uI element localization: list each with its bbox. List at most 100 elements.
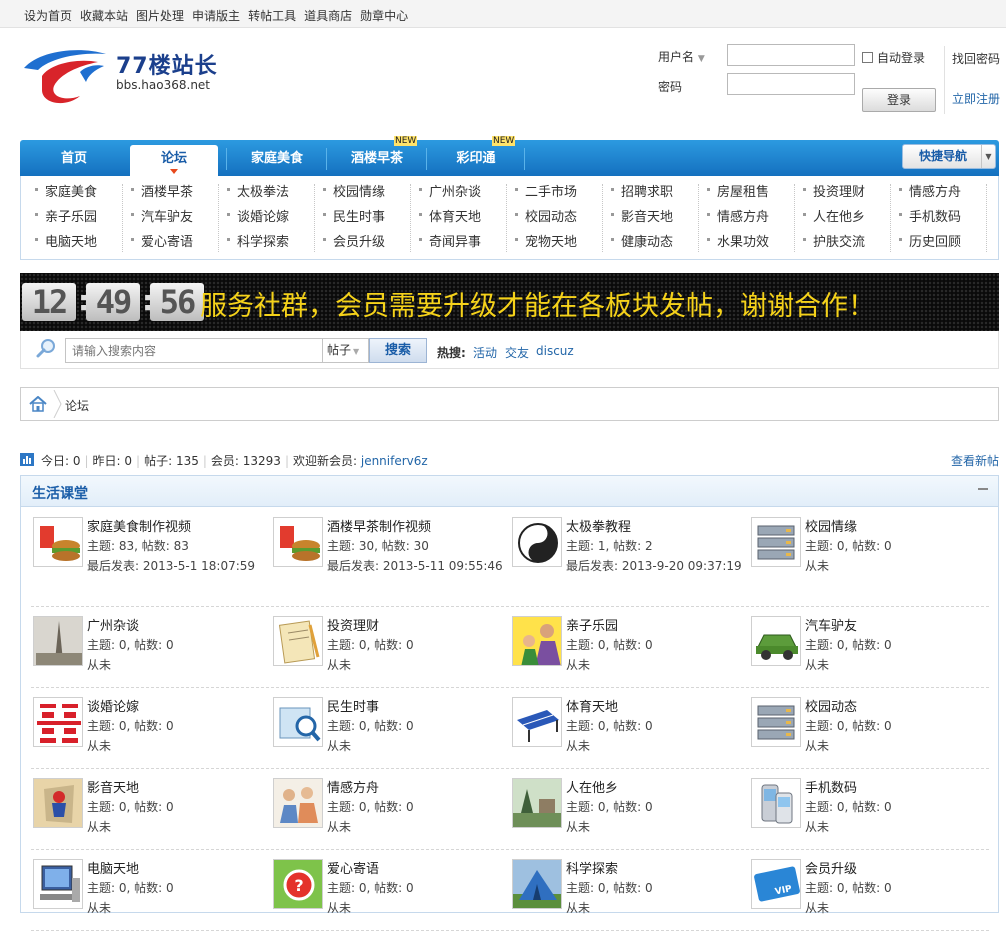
nav-item-color-print[interactable]: 彩印通 NEW <box>428 136 524 176</box>
car-icon[interactable] <box>751 616 801 666</box>
subnav-link[interactable]: 谈婚论嫁 <box>219 205 315 230</box>
apply-moderator-link[interactable]: 申请版主 <box>192 7 240 24</box>
auto-login-checkbox[interactable]: 自动登录 <box>862 49 925 66</box>
subnav-link[interactable]: 奇闻异事 <box>411 230 507 255</box>
board-name-link[interactable]: 体育天地 <box>566 696 618 715</box>
username-input[interactable] <box>727 44 855 66</box>
subnav-link[interactable]: 太极拳法 <box>219 180 315 205</box>
subnav-link[interactable]: 招聘求职 <box>603 180 699 205</box>
subnav-link[interactable]: 人在他乡 <box>795 205 891 230</box>
board-name-link[interactable]: 人在他乡 <box>566 777 618 796</box>
board-name-link[interactable]: 校园动态 <box>805 696 857 715</box>
new-member-link[interactable]: jenniferv6z <box>361 454 428 468</box>
subnav-link[interactable]: 影音天地 <box>603 205 699 230</box>
tower-icon[interactable] <box>33 616 83 666</box>
home-icon[interactable] <box>29 396 47 412</box>
board-name-link[interactable]: 科学探索 <box>566 858 618 877</box>
quick-nav-button[interactable]: 快捷导航 ▼ <box>902 144 996 169</box>
login-button[interactable]: 登录 <box>862 88 936 112</box>
tent-icon[interactable] <box>512 859 562 909</box>
item-shop-link[interactable]: 道具商店 <box>304 7 352 24</box>
nav-item-home-cooking[interactable]: 家庭美食 <box>228 140 326 176</box>
server-icon[interactable] <box>751 517 801 567</box>
subnav-link[interactable]: 会员升级 <box>315 230 411 255</box>
chevron-down-icon[interactable]: ▼ <box>981 145 995 168</box>
board-name-link[interactable]: 校园情缘 <box>805 516 857 535</box>
board-name-link[interactable]: 亲子乐园 <box>566 615 618 634</box>
computer-icon[interactable] <box>33 859 83 909</box>
subnav-link[interactable]: 爱心寄语 <box>123 230 219 255</box>
spiderman-icon[interactable] <box>33 778 83 828</box>
people-icon[interactable] <box>273 778 323 828</box>
subnav-link[interactable]: 投资理财 <box>795 180 891 205</box>
subnav-link[interactable]: 广州杂谈 <box>411 180 507 205</box>
register-link[interactable]: 立即注册 <box>952 90 1000 107</box>
subnav-link[interactable]: 电脑天地 <box>27 230 123 255</box>
board-name-link[interactable]: 广州杂谈 <box>87 615 139 634</box>
food-icon[interactable] <box>33 517 83 567</box>
double-happiness-icon[interactable] <box>33 697 83 747</box>
view-new-posts-link[interactable]: 查看新帖 <box>951 452 999 469</box>
set-homepage-link[interactable]: 设为首页 <box>24 7 72 24</box>
board-name-link[interactable]: 汽车驴友 <box>805 615 857 634</box>
search-button[interactable]: 搜索 <box>369 338 427 363</box>
bookmark-link[interactable]: 收藏本站 <box>80 7 128 24</box>
subnav-link[interactable]: 水果功效 <box>699 230 795 255</box>
find-password-link[interactable]: 找回密码 <box>952 50 1000 67</box>
subnav-link[interactable]: 校园动态 <box>507 205 603 230</box>
map-search-icon[interactable] <box>273 697 323 747</box>
food-icon[interactable] <box>273 517 323 567</box>
taichi-icon[interactable] <box>512 517 562 567</box>
hot-search-link[interactable]: 交友 <box>505 344 529 361</box>
subnav-link[interactable]: 护肤交流 <box>795 230 891 255</box>
nav-item-dim-sum[interactable]: 酒楼早茶 NEW <box>328 136 426 176</box>
subnav-link[interactable]: 民生时事 <box>315 205 411 230</box>
subnav-link[interactable]: 历史回顾 <box>891 230 987 255</box>
subnav-link[interactable]: 亲子乐园 <box>27 205 123 230</box>
breadcrumb-current[interactable]: 论坛 <box>65 397 89 414</box>
medal-center-link[interactable]: 勋章中心 <box>360 7 408 24</box>
subnav-link[interactable]: 科学探索 <box>219 230 315 255</box>
image-processing-link[interactable]: 图片处理 <box>136 7 184 24</box>
family-icon[interactable] <box>512 616 562 666</box>
pingpong-table-icon[interactable] <box>512 697 562 747</box>
board-name-link[interactable]: 投资理财 <box>327 615 379 634</box>
phone-icon[interactable] <box>751 778 801 828</box>
board-name-link[interactable]: 手机数码 <box>805 777 857 796</box>
subnav-link[interactable]: 情感方舟 <box>699 205 795 230</box>
board-name-link[interactable]: 太极拳教程 <box>566 516 631 535</box>
board-name-link[interactable]: 会员升级 <box>805 858 857 877</box>
subnav-link[interactable]: 酒楼早茶 <box>123 180 219 205</box>
notepad-icon[interactable] <box>273 616 323 666</box>
search-type-select[interactable]: 帖子 ▼ <box>323 338 369 363</box>
board-name-link[interactable]: 民生时事 <box>327 696 379 715</box>
checkbox-box[interactable] <box>862 52 873 63</box>
landscape-icon[interactable] <box>512 778 562 828</box>
password-input[interactable] <box>727 73 855 95</box>
nav-item-home[interactable]: 首页 <box>20 140 128 176</box>
subnav-link[interactable]: 房屋租售 <box>699 180 795 205</box>
vip-card-icon[interactable]: VIP <box>751 859 801 909</box>
board-name-link[interactable]: 家庭美食制作视频 <box>87 516 191 535</box>
subnav-link[interactable]: 家庭美食 <box>27 180 123 205</box>
subnav-link[interactable]: 手机数码 <box>891 205 987 230</box>
subnav-link[interactable]: 宠物天地 <box>507 230 603 255</box>
username-label[interactable]: 用户名 ▼ <box>658 48 705 65</box>
collapse-icon[interactable] <box>978 488 988 490</box>
board-name-link[interactable]: 电脑天地 <box>87 858 139 877</box>
subnav-link[interactable]: 体育天地 <box>411 205 507 230</box>
subnav-link[interactable]: 校园情缘 <box>315 180 411 205</box>
subnav-link[interactable]: 健康动态 <box>603 230 699 255</box>
board-name-link[interactable]: 情感方舟 <box>327 777 379 796</box>
category-title[interactable]: 生活课堂 <box>32 483 88 503</box>
subnav-link[interactable]: 汽车驴友 <box>123 205 219 230</box>
subnav-link[interactable]: 二手市场 <box>507 180 603 205</box>
subnav-link[interactable]: 情感方舟 <box>891 180 987 205</box>
search-input[interactable] <box>65 338 323 363</box>
site-logo[interactable]: 77楼站长 bbs.hao368.net <box>20 46 230 106</box>
repost-tool-link[interactable]: 转帖工具 <box>248 7 296 24</box>
help-compass-icon[interactable]: ? <box>273 859 323 909</box>
hot-search-link[interactable]: discuz <box>536 344 574 358</box>
nav-item-forum[interactable]: 论坛 <box>130 145 218 176</box>
board-name-link[interactable]: 酒楼早茶制作视频 <box>327 516 431 535</box>
